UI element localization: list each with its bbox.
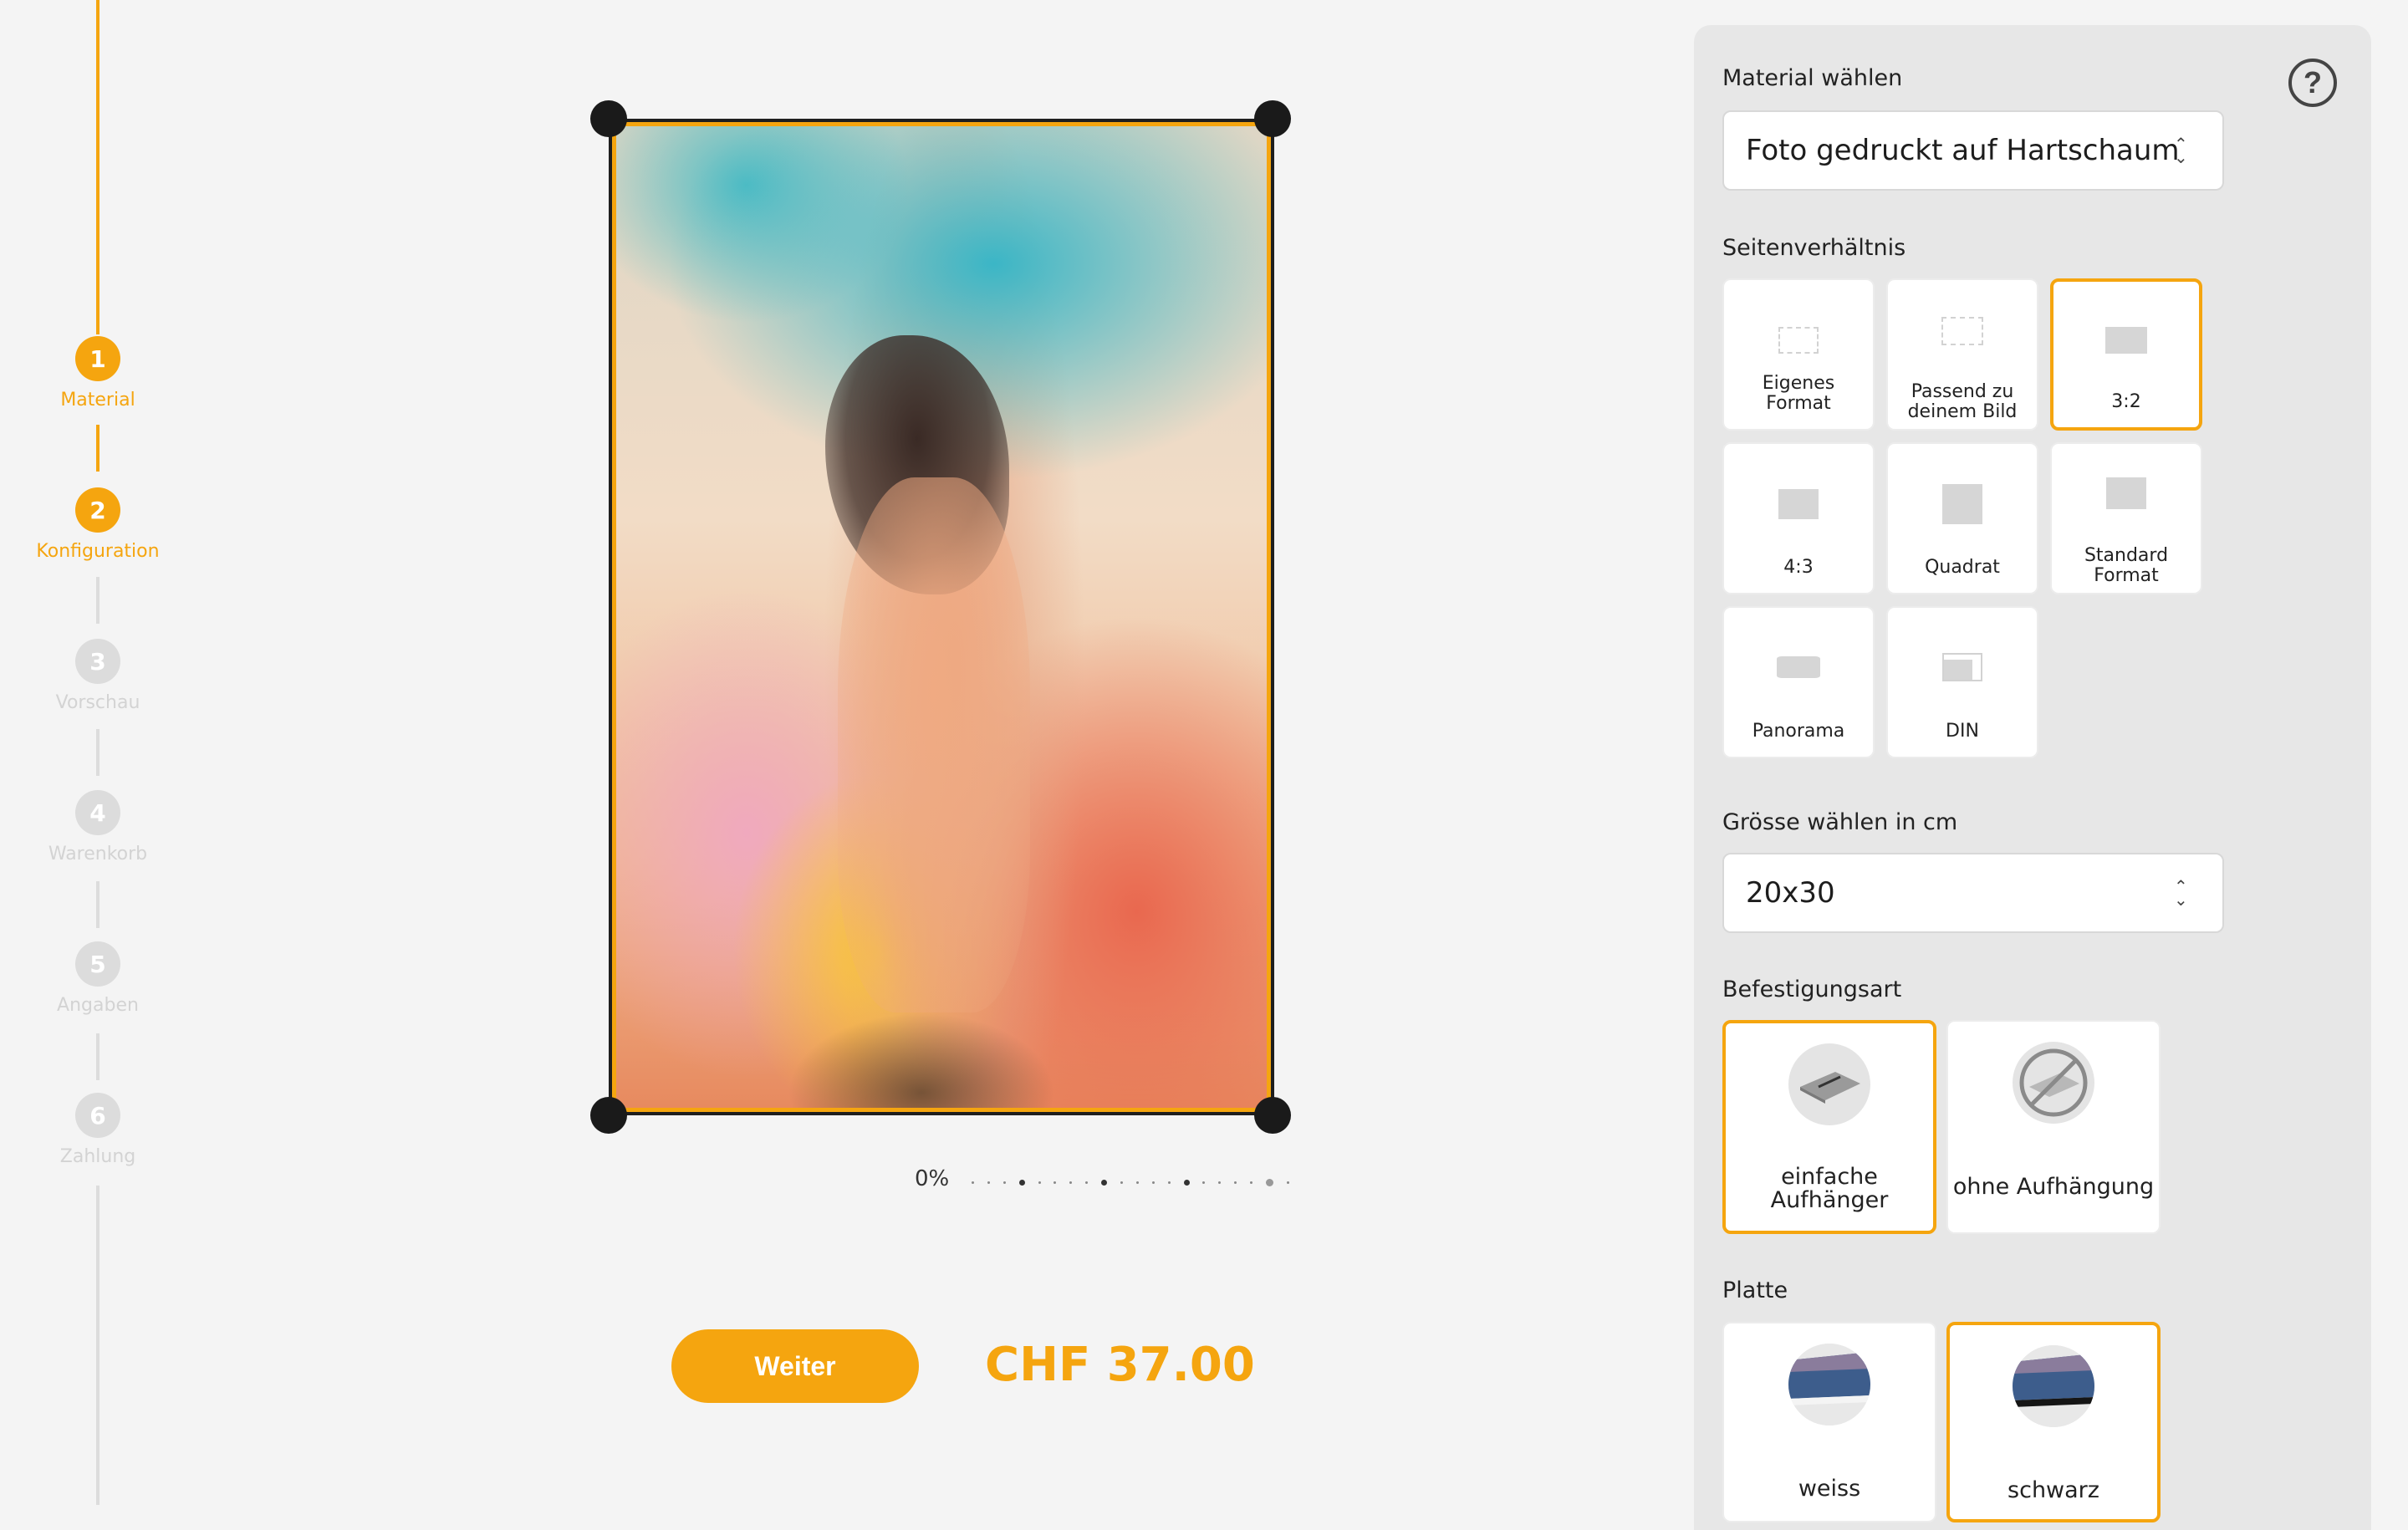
hanger-icon [1788,1043,1870,1125]
crop-handle-bottom-right[interactable] [1254,1097,1291,1134]
crop-handle-bottom-left[interactable] [590,1097,627,1134]
plate-option-white[interactable]: weiss [1722,1322,1936,1522]
material-select[interactable]: Foto gedruckt auf Hartschaum ⌃ ⌄ [1722,110,2224,191]
aspect-option-label: 3:2 [2111,391,2141,412]
chevron-updown-icon: ⌃ ⌄ [2174,876,2188,910]
stepper-line [96,1186,99,1505]
aspect-option-fit-image[interactable]: Passend zu deinem Bild [1886,278,2038,431]
mounting-option-label: ohne Aufhängung [1952,1174,2155,1200]
plate-title: Platte [1722,1278,1788,1303]
step-label: Konfiguration [36,541,160,562]
aspect-title: Seitenverhältnis [1722,235,1906,261]
total-price: CHF 37.00 [985,1338,1255,1392]
aspect-option-4-3[interactable]: 4:3 [1722,442,1875,594]
white-plate-icon [1788,1344,1870,1425]
aspect-option-din[interactable]: DIN [1886,606,2038,758]
step-number: 5 [75,941,120,987]
ratio-4-3-icon [1778,489,1819,519]
step-label: Vorschau [55,692,140,713]
help-icon[interactable]: ? [2288,59,2337,107]
zoom-slider-knob[interactable] [1266,1178,1274,1186]
material-select-value: Foto gedruckt auf Hartschaum [1746,134,2180,167]
mounting-option-none[interactable]: ohne Aufhängung [1946,1020,2161,1234]
stepper-line [96,881,99,928]
square-icon [1942,484,1982,524]
mounting-title: Befestigungsart [1722,977,1902,1002]
step-label: Angaben [57,995,139,1016]
stepper-line [96,729,99,776]
aspect-option-label: DIN [1946,721,1979,742]
aspect-option-panorama[interactable]: Panorama [1722,606,1875,758]
standard-format-icon [2106,477,2146,509]
crop-handle-top-left[interactable] [590,100,627,137]
aspect-option-3-2[interactable]: 3:2 [2050,278,2202,431]
step-number: 1 [75,336,120,381]
plate-option-black[interactable]: schwarz [1946,1322,2161,1522]
black-plate-icon [2013,1345,2094,1427]
din-icon [1942,653,1982,681]
stepper-line-done [96,0,99,334]
photo-subject-legs [788,1012,1055,1108]
aspect-option-square[interactable]: Quadrat [1886,442,2038,594]
ratio-3-2-icon [2105,327,2147,354]
mounting-option-label: einfache Aufhänger [1770,1164,1889,1213]
zoom-value: 0% [915,1166,950,1191]
step-label: Warenkorb [48,844,148,864]
size-select-value: 20x30 [1746,876,1835,910]
zoom-slider[interactable] [972,1177,1289,1187]
aspect-option-label: Eigenes Format [1762,373,1835,414]
aspect-option-label: Panorama [1752,721,1845,742]
crop-frame[interactable] [609,119,1274,1115]
size-select[interactable]: 20x30 ⌃ ⌄ [1722,853,2224,933]
stepper-line [96,1033,99,1080]
no-hanger-icon [2013,1042,2094,1124]
step-number: 2 [75,487,120,533]
aspect-option-label: Passend zu deinem Bild [1907,381,2018,422]
aspect-option-label: Standard Format [2084,545,2169,586]
stepper-line [96,577,99,624]
material-title: Material wählen [1722,65,1903,91]
step-label: Zahlung [59,1146,136,1167]
step-number: 6 [75,1093,120,1138]
photo-preview [616,126,1267,1108]
aspect-option-custom[interactable]: Eigenes Format [1722,278,1875,431]
size-title: Grösse wählen in cm [1722,809,1958,835]
crop-handle-top-right[interactable] [1254,100,1291,137]
fit-image-icon [1941,317,1983,345]
plate-option-label: schwarz [2008,1477,2099,1503]
stepper-line-done [96,425,99,472]
plate-option-label: weiss [1798,1476,1861,1502]
aspect-option-label: 4:3 [1783,557,1814,578]
custom-format-icon [1778,327,1819,354]
chevron-updown-icon: ⌃ ⌄ [2174,134,2188,167]
aspect-option-standard[interactable]: Standard Format [2050,442,2202,594]
step-label: Material [60,390,135,411]
aspect-option-label: Quadrat [1925,557,2000,578]
step-number: 3 [75,639,120,684]
photo-subject-body [838,477,1030,1012]
next-button[interactable]: Weiter [671,1329,919,1403]
mounting-option-hanger[interactable]: einfache Aufhänger [1722,1020,1936,1234]
panorama-icon [1777,656,1820,678]
step-number: 4 [75,790,120,835]
